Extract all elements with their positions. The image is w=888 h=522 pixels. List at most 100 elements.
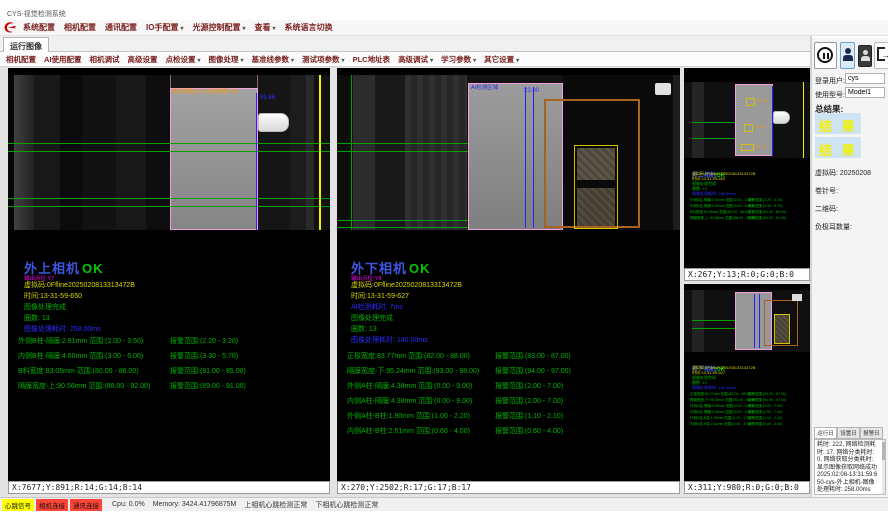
- alarm-range-text: 报警范围:(2.00 - 7.00): [495, 398, 563, 406]
- measure-value-label: 23.80: [524, 88, 539, 95]
- menu-item-view[interactable]: 查看▾: [254, 22, 275, 33]
- toolbar-learning-params[interactable]: 学习参数▾: [441, 54, 476, 65]
- user-dark-button[interactable]: [858, 45, 872, 67]
- mini-measure-label: 13.01: [756, 145, 766, 149]
- alarm-range-text: 报警范围:(2.00 - 7.00): [748, 405, 782, 409]
- alarm-range-text: 报警范围:(0.60 - 4.00): [495, 428, 563, 436]
- edge-marker-line: [803, 82, 804, 158]
- user-icon: [845, 48, 851, 54]
- tab-strip: 运行图像: [0, 36, 810, 52]
- bright-reflection-patch: [655, 83, 671, 95]
- baseline-line: [8, 206, 330, 207]
- toolbar-baseline-params[interactable]: 基准线参数▾: [252, 54, 295, 65]
- elapsed-text: 图像处理耗时: 140.00ms: [351, 337, 428, 345]
- mini-lower-image[interactable]: [684, 290, 810, 352]
- toolbar-test-params[interactable]: 测试项参数▾: [302, 54, 345, 65]
- image-strip: [375, 75, 405, 230]
- menu-item-language-switch[interactable]: 系统语言切换: [285, 22, 333, 33]
- measurement-text: 外侧A柱-B柱:1.90mm 范围:(1.00 - 2.20): [347, 413, 470, 421]
- cpu-usage-text: Cpu: 0.0%: [112, 501, 145, 508]
- toolbar-plc-address[interactable]: PLC地址表: [353, 54, 391, 65]
- model-field[interactable]: [845, 87, 885, 98]
- alarm-range-text: 报警范围:(0.60 - 4.00): [748, 423, 782, 427]
- toolbar-ai-usage-config[interactable]: AI使用配置: [44, 54, 82, 65]
- measurement-text: 内侧A柱-B柱:2.61mm 范围:(0.60 - 4.00): [347, 428, 470, 436]
- menu-item-comm-config[interactable]: 通讯配置: [105, 22, 137, 33]
- chevron-down-icon: ▾: [430, 58, 433, 64]
- result-badge-2: 结 果: [815, 137, 861, 158]
- chevron-down-icon: ▾: [473, 58, 476, 64]
- measurement-text: B料宽度:83.05mm 范围:(80.00 - 86.00): [18, 368, 139, 376]
- toolbar-label: 其它设置: [484, 55, 514, 64]
- menu-item-label: IO手配置: [146, 23, 178, 32]
- process-done-text: 图像处理完成: [24, 304, 66, 312]
- exit-button[interactable]: →: [874, 42, 888, 69]
- baseline-line: [8, 151, 330, 152]
- window-title: CYS-视觉检测系统: [7, 9, 66, 19]
- menu-item-light-config[interactable]: 光源控制配置▾: [192, 22, 245, 33]
- measure-value-label: 83.66: [260, 95, 275, 102]
- left-camera-image[interactable]: 标准阈值:93, 动态阈值:100 83.66: [8, 75, 330, 230]
- log-text: 耗时: 222, 网络检测耗时: 17, 网络分类耗时: 0, 网络获取分类耗时…: [817, 442, 877, 493]
- menu-item-system-config[interactable]: 系统配置: [23, 22, 55, 33]
- image-strip: [405, 75, 467, 230]
- login-user-field[interactable]: [845, 73, 885, 84]
- measurement-text: 外侧B柱-隔膜:2.91mm 范围:(2.00 - 3.50): [690, 199, 753, 203]
- turns-count-text: 圈数: 13: [24, 315, 50, 323]
- toolbar-camera-debug[interactable]: 相机调试: [90, 54, 120, 65]
- tab-detect-box: [774, 314, 790, 344]
- alarm-range-text: 报警范围:(2.00 - 7.00): [495, 383, 563, 391]
- virtual-code-text: 虚拟码:0Ffline2025020813313472B: [24, 282, 135, 290]
- threshold-label: 标准阈值:93, 动态阈值:100: [172, 89, 237, 95]
- measurement-text: 隔膜宽度-上:90.56mm 范围:(88.00 - 92.00): [690, 217, 756, 221]
- needle-number-label: 卷针号:: [815, 186, 838, 196]
- model-label: 使用型号:: [815, 90, 845, 100]
- menu-item-camera-config[interactable]: 相机配置: [64, 22, 96, 33]
- ai-region-label: AI检测区域: [471, 85, 498, 91]
- tab-detect-box: [746, 98, 755, 106]
- toolbar-spot-check[interactable]: 点检设置▾: [166, 54, 201, 65]
- baseline-vline: [351, 75, 352, 230]
- measurement-text: 内侧A柱-隔膜:4.38mm 范围:(0.00 - 9.00): [347, 398, 472, 406]
- mini-measure-label: 13.48: [757, 99, 767, 103]
- menu-item-label: 光源控制配置: [192, 23, 240, 32]
- chevron-down-icon: ▾: [516, 58, 519, 64]
- toolbar-advanced-settings[interactable]: 高级设置: [128, 54, 158, 65]
- alarm-range-text: 报警范围:(94.00 - 97.00): [495, 368, 571, 376]
- toolbar-camera-config[interactable]: 相机配置: [6, 54, 36, 65]
- tab-detect-box: [741, 144, 754, 151]
- title-bar: CYS-视觉检测系统: [0, 0, 888, 20]
- log-tab-run[interactable]: 运行日志: [814, 427, 837, 439]
- measurement-text: 外侧A柱-B柱:1.90mm 范围:(1.00 - 2.20): [690, 417, 751, 421]
- measurement-text: 隔膜宽度-下:95.24mm 范围:(93.00 - 98.00): [690, 399, 756, 403]
- log-output-box[interactable]: 耗时: 222, 网络检测耗时: 17, 网络分类耗时: 0, 网络获取分类耗时…: [814, 439, 886, 495]
- user-badge-button[interactable]: [840, 42, 855, 69]
- electrode-tab-object: [258, 113, 289, 132]
- measurement-text: 正极宽度:83.77mm 范围:(82.00 - 88.00): [347, 353, 470, 361]
- log-tab-settings[interactable]: 设置日志: [837, 427, 860, 439]
- ai-elapsed-text: AI检测耗时: 7ms: [351, 304, 403, 312]
- bright-reflection-patch: [792, 294, 802, 301]
- toolbar-label: 基准线参数: [252, 55, 290, 64]
- menu-item-io-config[interactable]: IO手配置▾: [146, 22, 183, 33]
- status-bar: 心跳信号 相机连接 通讯连接 Cpu: 0.0% Memory: 3424.41…: [0, 497, 888, 511]
- virtual-code-text: 虚拟码:0Ffline2025020813313472B: [351, 282, 462, 290]
- alarm-range-text: 报警范围:(81.00 - 85.00): [748, 211, 786, 215]
- chevron-down-icon: ▾: [272, 26, 275, 32]
- measurement-text: 内侧B柱-隔膜:4.60mm 范围:(3.00 - 6.00): [690, 205, 753, 209]
- tab-run-image[interactable]: 运行图像: [3, 37, 49, 52]
- log-scrollbar[interactable]: [882, 440, 885, 494]
- toolbar-other-settings[interactable]: 其它设置▾: [484, 54, 519, 65]
- chevron-down-icon: ▾: [198, 58, 201, 64]
- metal-texture-patch: [577, 148, 615, 180]
- mini-upper-image[interactable]: 13.48 14.06 13.01: [684, 82, 810, 158]
- log-scrollbar-thumb[interactable]: [882, 442, 885, 460]
- toolbar-label: 图像处理: [209, 55, 239, 64]
- chevron-down-icon: ▾: [342, 58, 345, 64]
- measure-line: [759, 294, 760, 348]
- log-tab-alarm[interactable]: 报警日志: [860, 427, 883, 439]
- toolbar-image-processing[interactable]: 图像处理▾: [209, 54, 244, 65]
- center-camera-image[interactable]: AI检测区域 23.80: [337, 75, 680, 230]
- pause-button[interactable]: [814, 42, 837, 69]
- toolbar-advanced-debug[interactable]: 高级调试▾: [398, 54, 433, 65]
